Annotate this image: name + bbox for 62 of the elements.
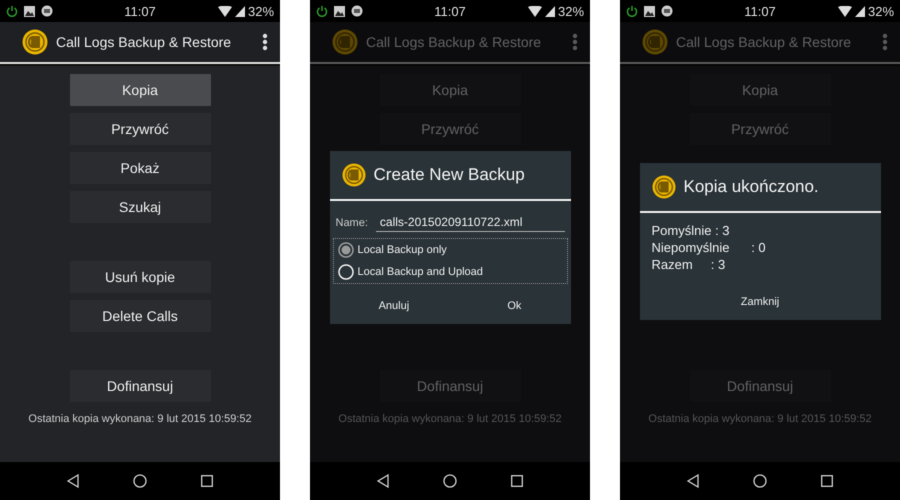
home-icon[interactable] <box>443 474 457 488</box>
wifi-icon <box>528 6 542 16</box>
option-label: Local Backup and Upload <box>358 266 483 278</box>
wifi-icon <box>218 6 232 16</box>
battery-percent: 32% <box>868 4 894 18</box>
menu-button[interactable]: Usuń kopie <box>70 261 210 293</box>
menu-button[interactable]: Pokaż <box>70 152 210 184</box>
name-label: Name: <box>336 216 368 228</box>
result-line: Niepomyślnie : 0 <box>652 240 767 255</box>
menu-button[interactable]: Szukaj <box>70 191 210 223</box>
result-line: Razem : 3 <box>652 257 726 272</box>
home-icon[interactable] <box>133 474 147 488</box>
image-icon <box>644 6 655 16</box>
wifi-icon <box>838 6 852 16</box>
radio-button[interactable] <box>338 242 354 258</box>
last-backup-text: Ostatnia kopia wykonana: 9 lut 2015 10:59:52 <box>648 413 872 425</box>
recents-icon[interactable] <box>821 475 833 487</box>
round-app-icon <box>661 5 673 17</box>
option-label: Local Backup only <box>358 244 447 256</box>
menu-button[interactable]: Delete Calls <box>70 300 210 332</box>
app-logo-icon <box>652 175 676 199</box>
image-icon <box>24 6 35 16</box>
signal-icon <box>544 6 555 16</box>
menu-button[interactable]: Dofinansuj <box>70 370 210 402</box>
image-icon <box>334 6 345 16</box>
app-title: Call Logs Backup & Restore <box>56 34 232 50</box>
round-app-icon <box>41 5 53 17</box>
power-icon <box>626 5 638 17</box>
menu-button[interactable]: Przywróć <box>70 113 210 145</box>
battery-percent: 32% <box>248 4 274 18</box>
dialog-button[interactable]: Zamknij <box>730 292 790 312</box>
last-backup-text: Ostatnia kopia wykonana: 9 lut 2015 10:59:52 <box>338 413 562 425</box>
app-logo-icon <box>342 163 366 187</box>
app-logo-icon <box>332 29 358 55</box>
last-backup-text: Ostatnia kopia wykonana: 9 lut 2015 10:59:52 <box>28 413 252 425</box>
status-time: 11:07 <box>124 4 156 18</box>
overflow-menu-icon[interactable] <box>262 33 268 51</box>
name-field[interactable]: calls-20150209110722.xml <box>376 213 564 232</box>
app-logo-icon <box>22 29 48 55</box>
signal-icon <box>234 6 245 16</box>
battery-percent: 32% <box>558 4 584 18</box>
dialog-button[interactable]: Ok <box>497 296 532 316</box>
round-app-icon <box>351 5 363 17</box>
back-icon[interactable] <box>687 474 699 488</box>
app-title: Call Logs Backup & Restore <box>366 34 542 50</box>
back-icon[interactable] <box>377 474 389 488</box>
result-line: Pomyślnie : 3 <box>652 223 731 238</box>
recents-icon[interactable] <box>511 475 523 487</box>
status-time: 11:07 <box>744 4 776 18</box>
app-title: Call Logs Backup & Restore <box>676 34 852 50</box>
recents-icon[interactable] <box>201 475 213 487</box>
dialog-button[interactable]: Anuluj <box>368 296 420 316</box>
signal-icon <box>854 6 865 16</box>
power-icon <box>316 5 328 17</box>
power-icon <box>6 5 18 17</box>
home-icon[interactable] <box>753 474 767 488</box>
menu-button[interactable]: Kopia <box>70 74 210 106</box>
back-icon[interactable] <box>67 474 79 488</box>
status-time: 11:07 <box>434 4 466 18</box>
dialog-title: Kopia ukończono. <box>684 177 819 197</box>
app-logo-icon <box>642 29 668 55</box>
dialog-title: Create New Backup <box>374 165 525 185</box>
